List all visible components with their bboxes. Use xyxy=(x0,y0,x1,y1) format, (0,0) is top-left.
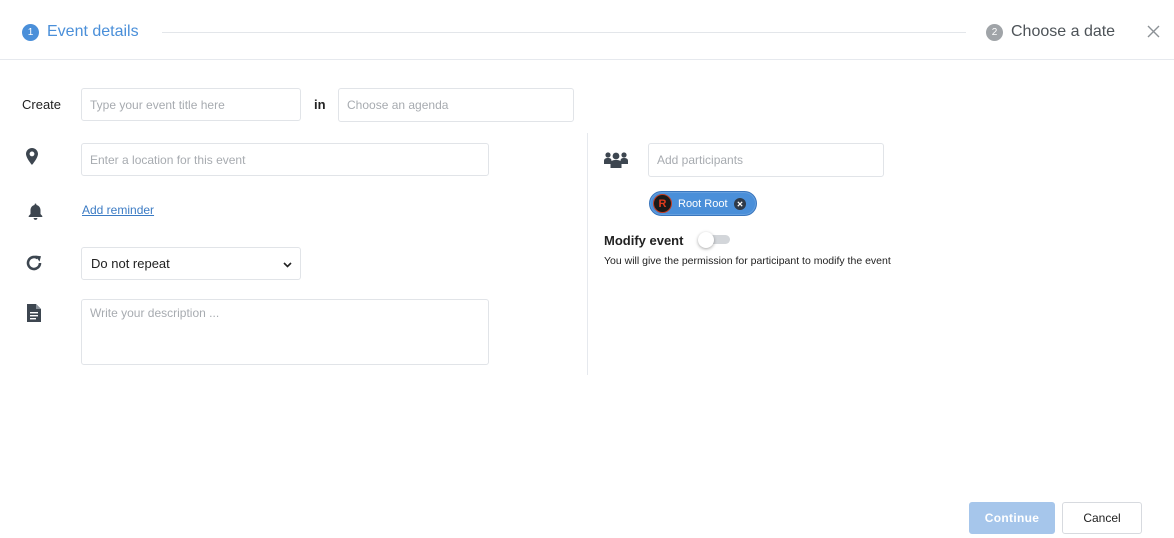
step-event-details[interactable]: 1 Event details xyxy=(22,20,139,44)
toggle-knob xyxy=(698,232,714,248)
add-reminder-link[interactable]: Add reminder xyxy=(82,203,154,217)
close-icon[interactable] xyxy=(1144,22,1162,40)
map-marker-icon xyxy=(22,146,42,166)
event-dialog: 1 Event details 2 Choose a date Create i… xyxy=(0,0,1174,538)
cancel-button[interactable]: Cancel xyxy=(1062,502,1142,534)
agenda-input[interactable] xyxy=(338,88,574,122)
avatar: R xyxy=(653,194,672,213)
participant-chip[interactable]: R Root Root xyxy=(649,191,757,216)
refresh-icon xyxy=(24,253,44,273)
repeat-select-value: Do not repeat xyxy=(91,256,170,271)
bell-icon xyxy=(25,201,45,221)
continue-button[interactable]: Continue xyxy=(969,502,1055,534)
location-input[interactable] xyxy=(81,143,489,176)
remove-participant-icon[interactable] xyxy=(733,197,746,210)
description-textarea[interactable] xyxy=(81,299,489,365)
modify-event-label: Modify event xyxy=(604,233,684,248)
step-label-event-details: Event details xyxy=(47,23,139,40)
modify-event-toggle[interactable] xyxy=(698,232,730,248)
participant-chip-label: Root Root xyxy=(678,197,728,210)
step-number-1: 1 xyxy=(22,23,39,41)
modify-event-help-text: You will give the permission for partici… xyxy=(604,255,891,267)
chevron-down-icon xyxy=(283,256,292,271)
participants-input[interactable] xyxy=(648,143,884,177)
in-label: in xyxy=(314,97,326,112)
users-icon xyxy=(603,150,629,170)
column-divider xyxy=(587,133,588,375)
step-label-choose-date: Choose a date xyxy=(1011,23,1116,40)
step-number-2: 2 xyxy=(986,23,1003,41)
repeat-select[interactable]: Do not repeat xyxy=(81,247,301,280)
create-label: Create xyxy=(22,97,62,112)
stepper-header: 1 Event details 2 Choose a date xyxy=(0,0,1174,60)
event-title-input[interactable] xyxy=(81,88,301,121)
file-text-icon xyxy=(24,303,44,323)
step-choose-date[interactable]: 2 Choose a date xyxy=(986,20,1115,44)
stepper-connector-line xyxy=(162,32,966,33)
